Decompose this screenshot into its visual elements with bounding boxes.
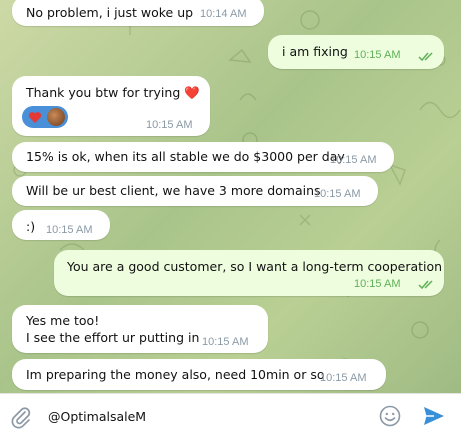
smiley-icon[interactable] [378, 404, 402, 428]
message-input[interactable]: @OptimalsaleM [44, 402, 364, 432]
double-check-icon [418, 280, 433, 290]
heart-icon [28, 112, 42, 123]
message-input-text: @OptimalsaleM [48, 409, 147, 424]
message-bubble-incoming[interactable]: Im preparing the money also, need 10min … [12, 359, 386, 390]
message-time: 10:15 AM [314, 188, 361, 200]
message-time: 10:15 AM [330, 154, 377, 166]
message-composer: @OptimalsaleM [0, 393, 461, 442]
message-time: 10:15 AM [202, 336, 249, 348]
paperclip-icon[interactable] [10, 405, 32, 429]
message-bubble-incoming[interactable]: Will be ur best client, we have 3 more d… [12, 176, 378, 206]
message-bubble-outgoing[interactable]: i am fixing 10:15 AM [268, 35, 444, 69]
message-text: :) [26, 219, 36, 234]
message-text: No problem, i just woke up [26, 5, 194, 20]
message-text: Will be ur best client, we have 3 more d… [26, 183, 321, 198]
message-text: Im preparing the money also, need 10min … [26, 367, 325, 382]
message-bubble-incoming[interactable]: Yes me too! I see the effort ur putting … [12, 305, 268, 353]
message-text: 15% is ok, when its all stable we do $30… [26, 149, 345, 164]
message-time: 10:15 AM [46, 224, 93, 236]
double-check-icon [418, 52, 433, 62]
message-bubble-incoming[interactable]: 15% is ok, when its all stable we do $30… [12, 142, 394, 172]
message-bubble-incoming[interactable]: No problem, i just woke up 10:14 AM [12, 0, 264, 26]
chat-area: No problem, i just woke up 10:14 AM i am… [0, 0, 461, 393]
message-time: 10:15 AM [320, 372, 367, 384]
message-text: Thank you btw for trying ❤️ [26, 85, 200, 100]
send-icon[interactable] [422, 405, 446, 427]
message-text: i am fixing [282, 44, 348, 59]
message-bubble-outgoing[interactable]: You are a good customer, so I want a lon… [54, 250, 444, 296]
message-text: You are a good customer, so I want a lon… [67, 259, 443, 274]
message-time: 10:15 AM [146, 119, 193, 131]
message-bubble-incoming[interactable]: Thank you btw for trying ❤️ 10:15 AM [12, 76, 210, 136]
reactions-pill[interactable] [22, 106, 68, 128]
message-bubble-incoming[interactable]: :) 10:15 AM [12, 210, 110, 240]
message-time: 10:14 AM [200, 8, 247, 20]
message-text-line-2: I see the effort ur putting in [26, 330, 200, 345]
reactor-avatar [47, 108, 65, 126]
message-text-line-1: Yes me too! [26, 313, 100, 328]
message-time: 10:15 AM [354, 49, 401, 61]
message-time: 10:15 AM [354, 278, 401, 290]
